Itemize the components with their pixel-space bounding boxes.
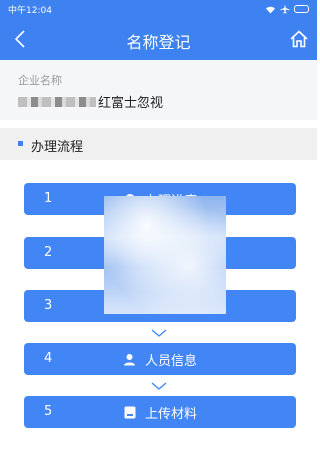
- person-icon: [123, 352, 137, 366]
- battery-icon: [294, 5, 309, 13]
- status-bar: 中午12:04: [0, 0, 317, 18]
- status-icons: [265, 4, 309, 14]
- redacted-text: [18, 96, 96, 107]
- step-label: 人员信息: [144, 353, 197, 369]
- section-title: 办理流程: [31, 140, 84, 155]
- step-content: 人员信息: [24, 343, 296, 375]
- section-marker: [18, 141, 23, 146]
- page-title: 名称登记: [126, 33, 191, 52]
- company-info: 企业名称 红富士忽视: [0, 60, 317, 120]
- step-label: 上传材料: [144, 406, 197, 422]
- upload-icon: [123, 405, 137, 419]
- company-label: 企业名称: [18, 74, 62, 87]
- nav-bar: 名称登记: [0, 18, 317, 60]
- blurred-region: [104, 196, 226, 314]
- company-name: 红富士忽视: [18, 92, 163, 111]
- company-name-text: 红富士忽视: [98, 96, 164, 111]
- chevron-down-icon: [151, 329, 167, 337]
- step-5-button[interactable]: 5 上传材料: [24, 396, 296, 428]
- chevron-down-icon: [151, 382, 167, 390]
- home-button[interactable]: [285, 25, 313, 53]
- step-content: 上传材料: [24, 396, 296, 428]
- step-4-button[interactable]: 4 人员信息: [24, 343, 296, 375]
- wifi-icon: [266, 6, 275, 13]
- section-header: 办理流程: [0, 128, 317, 160]
- airplane-icon: [280, 4, 290, 14]
- home-icon: [290, 30, 308, 48]
- status-time: 中午12:04: [8, 6, 52, 16]
- divider: [0, 120, 317, 128]
